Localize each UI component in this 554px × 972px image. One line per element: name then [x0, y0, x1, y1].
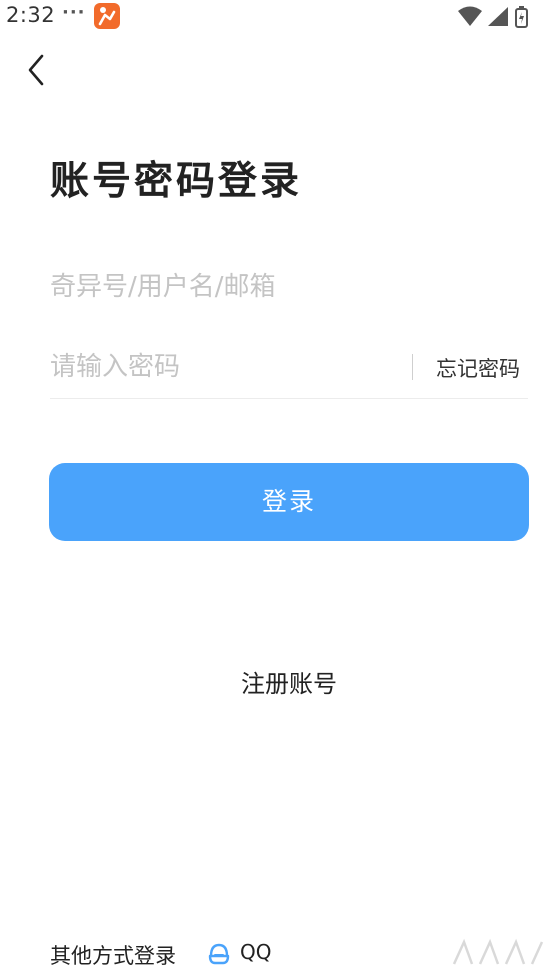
status-bar: 2:32 ··· [0, 0, 554, 34]
status-time: 2:32 [6, 3, 56, 27]
app-badge-icon [94, 3, 120, 29]
account-field[interactable] [50, 262, 528, 314]
wifi-icon [458, 6, 482, 26]
page-title: 账号密码登录 [50, 159, 303, 204]
other-login-label: 其他方式登录 [50, 944, 176, 968]
register-account-link[interactable]: 注册账号 [241, 670, 337, 698]
register-link: 注册账号 [0, 664, 554, 699]
password-row: 忘记密码 [50, 340, 528, 399]
password-field[interactable] [50, 342, 390, 392]
signal-icon [488, 7, 508, 26]
watermark-icon [452, 938, 544, 965]
account-input[interactable] [50, 262, 528, 312]
chevron-left-icon [28, 54, 44, 86]
back-button[interactable] [20, 52, 54, 88]
status-icons [456, 5, 540, 29]
forgot-password-link[interactable]: 忘记密码 [436, 353, 520, 383]
more-notifications-icon: ··· [62, 2, 86, 23]
qq-icon [208, 943, 230, 965]
login-button[interactable]: 登录 [49, 463, 529, 541]
qq-label: QQ [240, 940, 272, 964]
divider [412, 354, 413, 380]
password-input[interactable] [50, 342, 390, 392]
battery-icon [515, 6, 528, 28]
